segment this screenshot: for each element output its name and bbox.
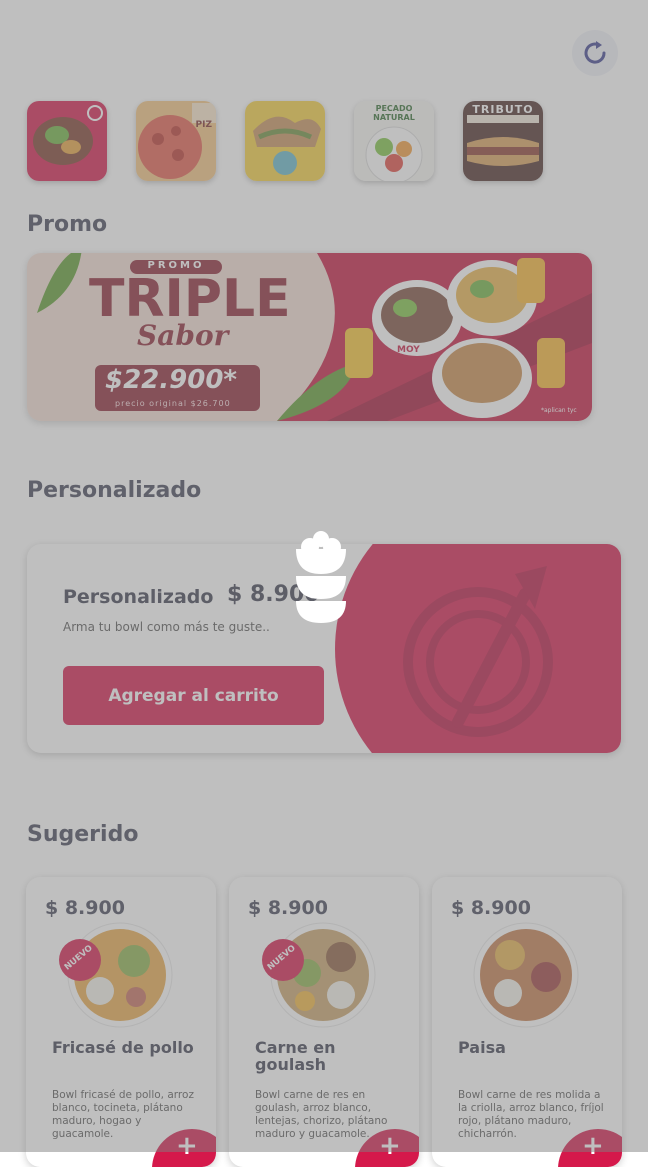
- app-screen: PIZ PECADO NATURAL: [0, 0, 648, 1167]
- rice-bowl-loader-icon: [296, 531, 346, 623]
